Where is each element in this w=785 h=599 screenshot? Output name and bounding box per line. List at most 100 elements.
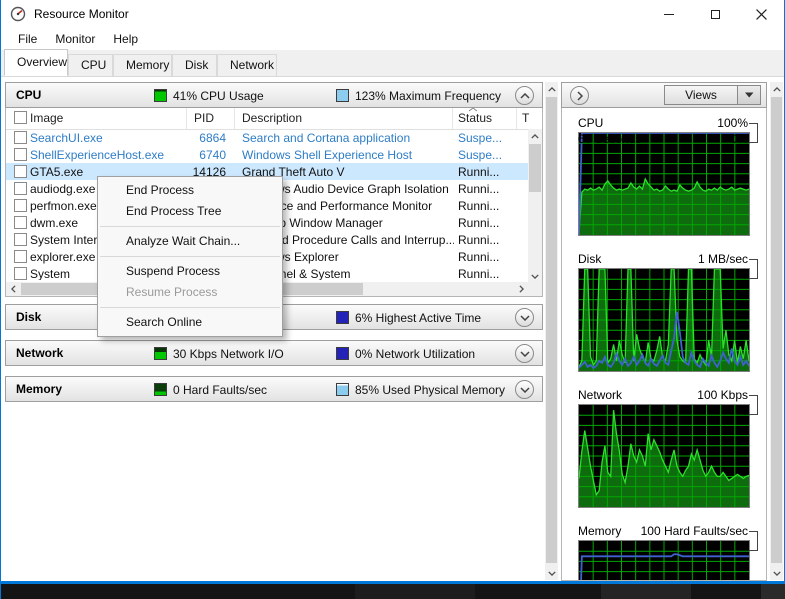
memory-expand-button[interactable]: [515, 380, 534, 399]
cpu-chart-x-label: 60 Seconds: [578, 132, 642, 146]
cell-image: SearchUI.exe: [30, 131, 103, 145]
context-menu-item-analyze-wait-chain[interactable]: Analyze Wait Chain...: [98, 231, 282, 252]
menu-bar: File Monitor Help: [1, 28, 784, 50]
cell-description: Search and Cortana application: [242, 131, 411, 145]
row-checkbox[interactable]: [14, 199, 27, 212]
network-io-legend-icon: [154, 347, 167, 360]
network-section-header[interactable]: Network 30 Kbps Network I/O 0% Network U…: [5, 340, 543, 366]
cell-pid: 6864: [199, 131, 226, 145]
maximize-icon: [710, 9, 720, 19]
network-graph: [579, 405, 749, 507]
select-all-checkbox[interactable]: [14, 111, 27, 124]
scroll-down-icon[interactable]: [528, 269, 542, 283]
panel-expand-button[interactable]: [570, 86, 589, 105]
disk-chart-title: Disk: [578, 252, 602, 266]
menu-file[interactable]: File: [9, 30, 46, 48]
context-menu-item-search-online[interactable]: Search Online: [98, 312, 282, 333]
scroll-left-icon[interactable]: [6, 282, 20, 296]
tab-disk[interactable]: Disk: [172, 54, 217, 76]
column-header-status[interactable]: Status: [458, 111, 492, 125]
process-context-menu: End Process End Process Tree Analyze Wait …: [97, 176, 283, 337]
scroll-down-icon[interactable]: [545, 566, 558, 580]
table-row[interactable]: ShellExperienceHost.exe 6740 Windows Shell…: [6, 146, 528, 163]
scrollbar-thumb[interactable]: [771, 97, 782, 563]
chevron-down-icon: [519, 350, 530, 357]
menu-separator: [100, 307, 280, 308]
disk-active-time-label: 6% Highest Active Time: [355, 311, 482, 325]
views-dropdown-arrow[interactable]: [737, 86, 760, 104]
context-menu-item-suspend-process[interactable]: Suspend Process: [98, 261, 282, 282]
memory-faults-label: 0 Hard Faults/sec: [173, 383, 268, 397]
table-header-row: Image PID Description Status T: [6, 107, 542, 130]
disk-expand-button[interactable]: [515, 308, 534, 327]
row-checkbox[interactable]: [14, 216, 27, 229]
scrollbar-thumb[interactable]: [546, 97, 557, 563]
context-menu-item-end-process[interactable]: End Process: [98, 180, 282, 201]
cell-status: Runni...: [458, 216, 500, 230]
scroll-right-icon[interactable]: [514, 282, 528, 296]
table-vertical-scrollbar[interactable]: [528, 129, 542, 283]
column-header-image[interactable]: Image: [30, 111, 63, 125]
cell-description: Windows Shell Experience Host: [242, 148, 413, 162]
cell-status: Runni...: [458, 182, 500, 196]
cpu-chart-max-label: 100%: [717, 116, 748, 130]
scroll-up-icon[interactable]: [545, 82, 558, 96]
minimize-button[interactable]: [646, 0, 692, 28]
minimize-icon: [664, 13, 674, 15]
column-header-threads[interactable]: T: [522, 111, 530, 125]
menu-monitor[interactable]: Monitor: [46, 30, 104, 48]
column-header-pid[interactable]: PID: [194, 111, 214, 125]
row-checkbox[interactable]: [14, 250, 27, 263]
row-checkbox[interactable]: [14, 182, 27, 195]
menu-help[interactable]: Help: [104, 30, 147, 48]
network-chart-max-label: 100 Kbps: [697, 388, 748, 402]
scroll-down-icon[interactable]: [770, 566, 783, 580]
scrollbar-thumb[interactable]: [529, 144, 541, 192]
views-button-label[interactable]: Views: [665, 86, 737, 104]
context-menu-item-resume-process: Resume Process: [126, 285, 218, 299]
chevron-down-icon: [519, 386, 530, 393]
network-chart-min-label: 0: [741, 404, 748, 418]
network-chart-title: Network: [578, 388, 623, 402]
row-checkbox[interactable]: [14, 267, 27, 280]
cpu-section-title: CPU: [16, 88, 42, 102]
tab-network[interactable]: Network: [217, 54, 277, 76]
memory-chart-labels: Memory 100 Hard Faults/sec: [562, 524, 766, 546]
left-pane-scrollbar[interactable]: [545, 82, 558, 580]
cpu-section-header[interactable]: CPU 41% CPU Usage 123% Maximum Frequency: [5, 82, 543, 108]
table-row[interactable]: SearchUI.exe 6864 Search and Cortana appli…: [6, 129, 528, 146]
scale-bracket-bottom: [749, 402, 758, 415]
disk-chart-bottom-labels: 0: [562, 266, 766, 284]
context-menu-item-end-process-tree[interactable]: End Process Tree: [98, 201, 282, 222]
row-checkbox[interactable]: [14, 165, 27, 178]
sort-ascending-icon: [468, 107, 478, 112]
max-frequency-label: 123% Maximum Frequency: [355, 89, 502, 103]
max-frequency-legend-icon: [336, 89, 349, 102]
cpu-chart-block: CPU 100% 60 Seconds 0%: [562, 116, 766, 236]
row-checkbox[interactable]: [14, 233, 27, 246]
scroll-up-icon[interactable]: [770, 82, 783, 96]
chart-panel-scrollbar[interactable]: [770, 82, 783, 580]
row-checkbox[interactable]: [14, 131, 27, 144]
chevron-down-icon: [519, 314, 530, 321]
tab-cpu[interactable]: CPU: [68, 54, 113, 76]
cpu-usage-legend-icon: [154, 89, 167, 102]
views-button[interactable]: Views: [664, 85, 761, 105]
network-utilization-legend-icon: [336, 347, 349, 360]
memory-used-legend-icon: [336, 383, 349, 396]
titlebar: Resource Monitor: [1, 0, 784, 28]
cell-status: Runni...: [458, 233, 500, 247]
network-expand-button[interactable]: [515, 344, 534, 363]
maximize-button[interactable]: [692, 0, 738, 28]
chevron-right-icon: [576, 90, 583, 101]
scale-bracket-bottom: [749, 538, 758, 551]
tab-overview[interactable]: Overview: [4, 49, 68, 76]
row-checkbox[interactable]: [14, 148, 27, 161]
tab-memory[interactable]: Memory: [113, 54, 172, 76]
close-button[interactable]: [738, 0, 784, 28]
memory-section-header[interactable]: Memory 0 Hard Faults/sec 85% Used Physic…: [5, 376, 543, 402]
network-chart-labels: Network 100 Kbps: [562, 388, 766, 410]
column-header-description[interactable]: Description: [242, 111, 302, 125]
cpu-collapse-button[interactable]: [515, 86, 534, 105]
scroll-up-icon[interactable]: [528, 129, 542, 143]
